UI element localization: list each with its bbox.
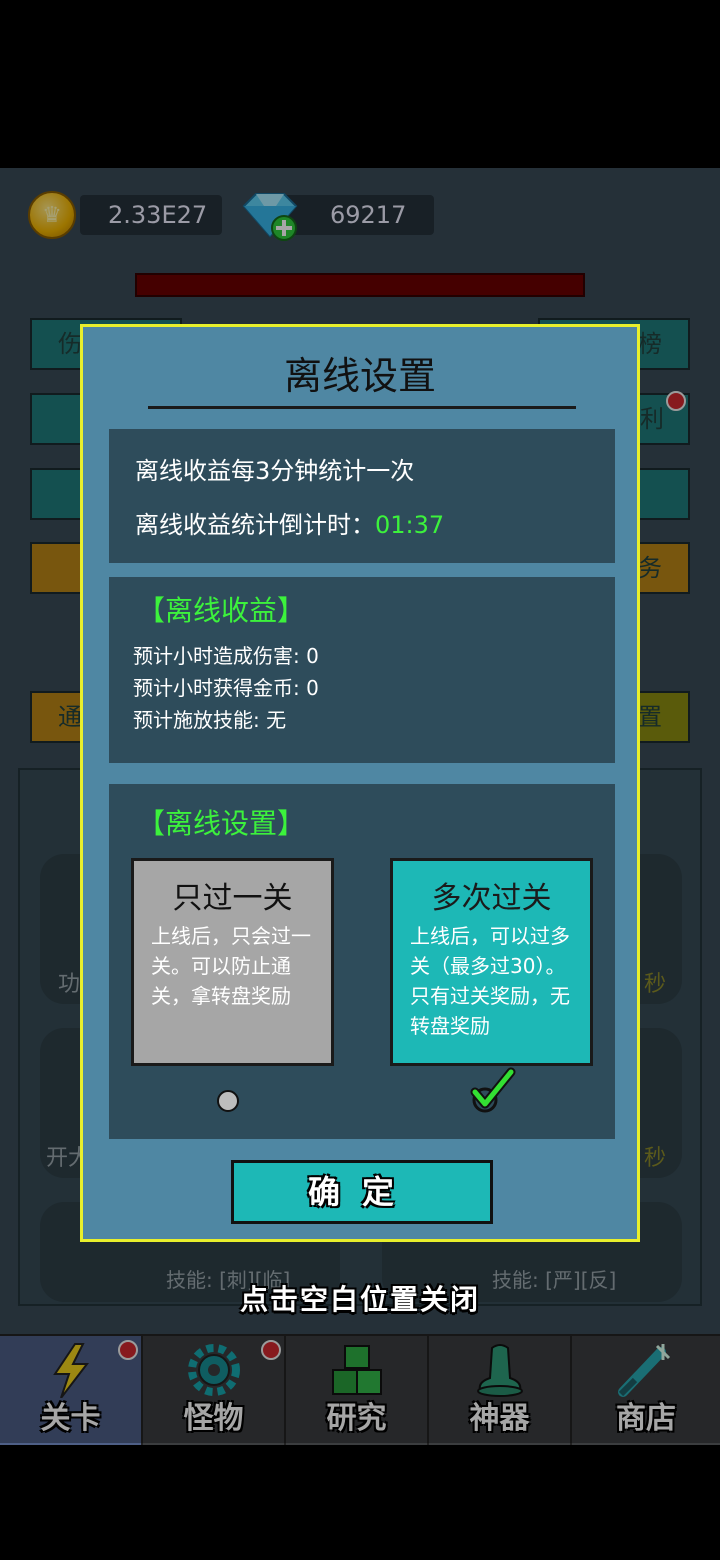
offline-info-section: 离线收益每3分钟统计一次 离线收益统计倒计时：01:37 [109, 429, 615, 563]
option-description: 上线后，可以过多关（最多过30）。只有过关奖励，无转盘奖励 [410, 924, 570, 1038]
offline-earnings-section: 【离线收益】 预计小时造成伤害: 0 预计小时获得金币: 0 预计施放技能: 无 [109, 577, 615, 763]
offline-settings-dialog: 离线设置 离线收益每3分钟统计一次 离线收益统计倒计时：01:37 【离线收益】… [80, 324, 640, 1242]
radio-single-stage[interactable] [217, 1090, 239, 1112]
offline-mode-section: 【离线设置】 只过一关 上线后，只会过一关。可以防止通关，拿转盘奖励 多次过关 … [109, 784, 615, 1139]
option-single-stage[interactable]: 只过一关 上线后，只会过一关。可以防止通关，拿转盘奖励 [131, 858, 334, 1066]
option-title: 多次过关 [431, 881, 552, 916]
stat-skill: 预计施放技能: 无 [133, 708, 287, 732]
option-title: 只过一关 [172, 881, 293, 916]
info-countdown-row: 离线收益统计倒计时：01:37 [135, 505, 444, 540]
option-description: 上线后，只会过一关。可以防止通关，拿转盘奖励 [151, 924, 311, 1008]
countdown-timer: 01:37 [375, 511, 445, 539]
info-interval-text: 离线收益每3分钟统计一次 [135, 457, 415, 485]
stat-gold: 预计小时获得金币: 0 [133, 676, 319, 700]
settings-header: 【离线设置】 [137, 807, 306, 840]
earnings-header: 【离线收益】 [137, 594, 306, 627]
close-hint-text: 点击空白位置关闭 [239, 1283, 480, 1316]
stat-damage: 预计小时造成伤害: 0 [133, 644, 319, 668]
title-divider [148, 406, 576, 409]
confirm-button[interactable]: 确定 [231, 1160, 493, 1224]
option-multi-stage[interactable]: 多次过关 上线后，可以过多关（最多过30）。只有过关奖励，无转盘奖励 [390, 858, 593, 1066]
countdown-label: 离线收益统计倒计时： [135, 511, 375, 539]
dialog-title: 离线设置 [283, 354, 436, 398]
checkmark-icon[interactable] [469, 1066, 517, 1114]
